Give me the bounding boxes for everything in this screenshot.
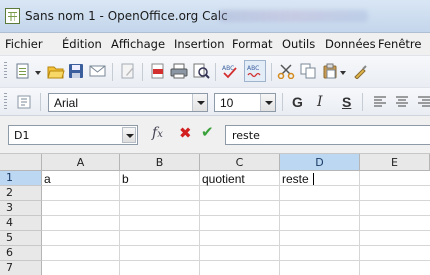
formatting-toolbar: Arial 10 G I S bbox=[0, 87, 430, 116]
italic-button[interactable]: I bbox=[317, 94, 323, 110]
toolbar-separator bbox=[142, 63, 143, 81]
print-preview-icon[interactable] bbox=[191, 61, 211, 81]
column-gridline bbox=[359, 171, 360, 275]
name-box-dropdown-icon[interactable] bbox=[122, 127, 136, 143]
toolbar-separator bbox=[112, 63, 113, 81]
font-name-value: Arial bbox=[54, 96, 79, 110]
toolbar-separator bbox=[362, 93, 363, 111]
column-gridline bbox=[199, 171, 200, 275]
column-gridline bbox=[119, 171, 120, 275]
row-header-6[interactable]: 6 bbox=[0, 246, 42, 261]
function-wizard-icon[interactable]: fx bbox=[152, 125, 163, 141]
formula-bar: D1 fx ✖ ✔ reste bbox=[0, 116, 430, 154]
new-document-icon[interactable] bbox=[13, 61, 33, 81]
export-pdf-icon[interactable] bbox=[148, 61, 168, 81]
align-right-icon[interactable] bbox=[414, 92, 430, 112]
cancel-icon[interactable]: ✖ bbox=[179, 124, 192, 142]
underline-button[interactable]: S bbox=[342, 94, 351, 110]
menu-format[interactable]: Format bbox=[232, 37, 273, 51]
auto-spellcheck-icon[interactable]: ABC bbox=[244, 60, 266, 82]
row-gridline bbox=[42, 245, 430, 246]
edit-file-icon[interactable] bbox=[118, 61, 138, 81]
cell-d1[interactable]: reste bbox=[282, 172, 309, 186]
font-name-dropdown-icon[interactable] bbox=[192, 94, 207, 111]
styles-formatting-icon[interactable] bbox=[14, 92, 34, 112]
cut-icon[interactable] bbox=[276, 61, 296, 81]
toolbar-separator bbox=[40, 93, 41, 111]
bold-button[interactable]: G bbox=[292, 94, 303, 110]
save-icon[interactable] bbox=[66, 61, 86, 81]
copy-icon[interactable] bbox=[298, 61, 318, 81]
menu-donnees[interactable]: Données bbox=[325, 37, 376, 51]
accept-icon[interactable]: ✔ bbox=[201, 123, 214, 141]
column-header-e[interactable]: E bbox=[360, 154, 430, 171]
align-left-icon[interactable] bbox=[370, 92, 390, 112]
name-box[interactable]: D1 bbox=[8, 125, 138, 145]
row-header-4[interactable]: 4 bbox=[0, 216, 42, 231]
column-header-d[interactable]: D bbox=[280, 154, 360, 171]
toolbar-separator bbox=[282, 93, 283, 111]
toolbar-separator bbox=[215, 63, 216, 81]
title-bar: Sans nom 1 - OpenOffice.org Calc bbox=[0, 0, 430, 33]
row-gridline bbox=[42, 230, 430, 231]
email-icon[interactable] bbox=[88, 61, 108, 81]
row-gridline bbox=[42, 200, 430, 201]
toolbar-grip[interactable] bbox=[4, 93, 7, 111]
cell-area[interactable]: a b quotient reste bbox=[42, 171, 430, 275]
row-gridline bbox=[42, 215, 430, 216]
row-header-5[interactable]: 5 bbox=[0, 231, 42, 246]
title-bar-blurred-area bbox=[218, 10, 368, 22]
font-size-select[interactable]: 10 bbox=[214, 93, 276, 112]
spellcheck-icon[interactable]: ABC bbox=[220, 61, 240, 81]
column-gridline bbox=[279, 171, 280, 275]
cell-b1[interactable]: b bbox=[122, 172, 129, 186]
row-gridline bbox=[42, 260, 430, 261]
print-icon[interactable] bbox=[169, 61, 189, 81]
menu-outils[interactable]: Outils bbox=[282, 37, 315, 51]
menu-insertion[interactable]: Insertion bbox=[174, 37, 225, 51]
menu-fenetre[interactable]: Fenêtre bbox=[378, 37, 421, 51]
formula-input[interactable]: reste bbox=[225, 125, 430, 145]
font-size-value: 10 bbox=[220, 96, 234, 110]
menu-bar: Fichier Édition Affichage Insertion Form… bbox=[0, 33, 430, 55]
spreadsheet-grid: A B C D E 1 2 3 4 5 6 7 a b quotient res… bbox=[0, 154, 430, 275]
cell-reference: D1 bbox=[14, 129, 30, 142]
toolbar-separator bbox=[271, 63, 272, 81]
menu-edition[interactable]: Édition bbox=[62, 37, 102, 51]
new-dropdown-arrow[interactable] bbox=[35, 71, 41, 75]
standard-toolbar: ABC ABC bbox=[0, 55, 430, 87]
svg-text:ABC: ABC bbox=[247, 65, 259, 72]
text-cursor bbox=[313, 173, 314, 185]
toolbar-grip[interactable] bbox=[4, 62, 7, 80]
align-center-icon[interactable] bbox=[392, 92, 412, 112]
calc-app-icon bbox=[5, 8, 20, 24]
font-size-dropdown-icon[interactable] bbox=[260, 94, 275, 111]
formula-input-value: reste bbox=[232, 129, 260, 142]
font-name-select[interactable]: Arial bbox=[48, 93, 208, 112]
menu-affichage[interactable]: Affichage bbox=[111, 37, 165, 51]
cell-c1[interactable]: quotient bbox=[202, 172, 245, 186]
row-header-3[interactable]: 3 bbox=[0, 201, 42, 216]
column-header-c[interactable]: C bbox=[200, 154, 280, 171]
column-header-b[interactable]: B bbox=[120, 154, 200, 171]
row-header-2[interactable]: 2 bbox=[0, 186, 42, 201]
open-folder-icon[interactable] bbox=[46, 61, 66, 81]
window-title: Sans nom 1 - OpenOffice.org Calc bbox=[25, 9, 228, 23]
paste-icon[interactable] bbox=[320, 61, 340, 81]
column-header-a[interactable]: A bbox=[42, 154, 120, 171]
clone-formatting-icon[interactable] bbox=[350, 61, 370, 81]
cell-a1[interactable]: a bbox=[44, 172, 51, 186]
row-header-1[interactable]: 1 bbox=[0, 171, 42, 186]
paste-dropdown-arrow[interactable] bbox=[340, 71, 346, 75]
menu-fichier[interactable]: Fichier bbox=[5, 37, 43, 51]
select-all-corner[interactable] bbox=[0, 154, 42, 171]
row-header-7[interactable]: 7 bbox=[0, 261, 42, 275]
